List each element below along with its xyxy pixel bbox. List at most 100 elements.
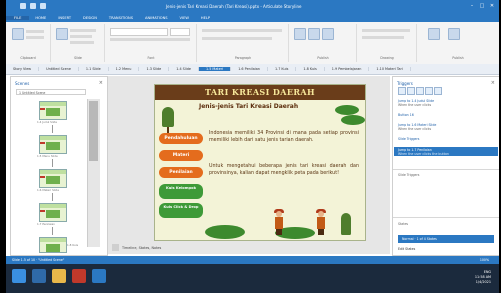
tab-slide-1-9[interactable]: 1.9 Pembelajaran	[325, 67, 370, 71]
tab-slide-1-6[interactable]: 1.6 Penilaian	[231, 67, 268, 71]
tab-scene[interactable]: Untitled Scene	[39, 67, 79, 71]
system-clock[interactable]: ENG 11:58 AM 1/4/2021	[475, 270, 491, 285]
tab-slide-1-3[interactable]: 1.3 Slide	[139, 67, 170, 71]
slide-title-banner: TARI KREASI DAERAH	[155, 85, 365, 100]
slide-tab-strip: Story View Untitled Scene 1.1 Slide 1.2 …	[6, 64, 499, 75]
ribbon-group-label: Drawing	[380, 56, 394, 60]
trigger-condition: When the user clicks	[398, 103, 432, 107]
shape-outline-icon[interactable]	[362, 36, 404, 39]
copy-icon[interactable]	[26, 36, 44, 39]
move-down-icon[interactable]	[425, 87, 433, 95]
move-up-icon[interactable]	[416, 87, 424, 95]
scene-selector[interactable]: 1 Untitled Scene	[16, 89, 86, 95]
slide-thumbnail[interactable]	[39, 135, 67, 154]
publish-course-icon[interactable]	[428, 28, 440, 40]
timeline-toggle-icon[interactable]	[112, 244, 119, 251]
trigger-item[interactable]: Jump to 1.6 Materi Slide When the user c…	[398, 123, 436, 131]
menu-button-penilaian[interactable]: Penilaian	[159, 167, 203, 178]
browser-icon[interactable]	[32, 269, 46, 283]
status-bar: Slide 1.5 of 10 · "Untitled Scene" 100%	[6, 256, 499, 264]
trigger-item[interactable]: Slide Triggers	[398, 137, 419, 141]
font-size-select[interactable]	[170, 28, 190, 36]
new-trigger-icon[interactable]	[398, 87, 406, 95]
tab-story-view[interactable]: Story View	[6, 67, 40, 71]
slide-thumbnail[interactable]	[39, 169, 67, 188]
slide-thumbnail[interactable]	[39, 101, 67, 120]
connector-line	[52, 193, 53, 201]
tab-file[interactable]: FILE	[6, 15, 30, 20]
slide-caption: 1.6 Materi Slide	[37, 188, 59, 192]
tab-slide-1-1[interactable]: 1.1 Slide	[79, 67, 109, 71]
edit-states-button[interactable]: Edit States	[398, 247, 415, 251]
menu-button-kuis-click-drop[interactable]: Kuis Click & Drop	[159, 203, 203, 218]
tab-slide-1-4[interactable]: 1.4 Slide	[169, 67, 199, 71]
trigger-item[interactable]: Jump to 1.7 Penilaian When the user clic…	[398, 148, 449, 156]
section-label: States	[398, 222, 409, 226]
edit-trigger-icon[interactable]	[407, 87, 415, 95]
dancer-illustration	[273, 209, 285, 235]
tab-animations[interactable]: ANIMATIONS	[139, 16, 174, 20]
undo-icon[interactable]	[30, 3, 36, 9]
trigger-item[interactable]: Jump to 1.4 Judul Slide When the user cl…	[398, 99, 434, 107]
redo-icon[interactable]	[40, 3, 46, 9]
slide-thumbnail[interactable]	[39, 237, 67, 253]
tab-design[interactable]: DESIGN	[77, 16, 103, 20]
tab-help[interactable]: HELP	[195, 16, 216, 20]
menu-button-materi[interactable]: Materi	[159, 150, 203, 161]
tab-slide-1-2[interactable]: 1.2 Menu	[109, 67, 140, 71]
connector-line	[52, 125, 53, 133]
paste-icon[interactable]	[12, 28, 24, 40]
panel-close-button[interactable]: ×	[99, 80, 103, 86]
new-slide-icon[interactable]	[56, 28, 68, 40]
word-icon[interactable]	[92, 269, 106, 283]
align-icons[interactable]	[202, 37, 272, 40]
publish-icon[interactable]	[308, 28, 320, 40]
panel-scrollbar[interactable]	[87, 99, 100, 247]
delete-icon[interactable]	[70, 41, 94, 44]
preview-icon[interactable]	[294, 28, 306, 40]
state-selector[interactable]: Normal · 1 of 4 States	[398, 235, 494, 243]
tab-slide-1-7[interactable]: 1.7 Kuis	[268, 67, 297, 71]
ribbon-group-label: Publish	[452, 56, 464, 60]
shape-fill-icon[interactable]	[362, 29, 410, 32]
player-icon[interactable]	[322, 28, 334, 40]
layout-icon[interactable]	[70, 29, 96, 32]
slide-thumbnail[interactable]	[39, 203, 67, 222]
ribbon-group-label: Paragraph	[234, 56, 252, 60]
slide[interactable]: TARI KREASI DAERAH Jenis-jenis Tari Krea…	[154, 84, 366, 241]
tab-slide-1-8[interactable]: 1.8 Kuis	[296, 67, 325, 71]
trigger-condition: When the user clicks	[398, 127, 432, 131]
storyline-icon[interactable]	[72, 269, 86, 283]
tab-home[interactable]: HOME	[29, 16, 52, 20]
maximize-button[interactable]: □	[478, 3, 486, 9]
slide-paragraph: Indonesia memiliki 34 Provinsi di mana p…	[209, 131, 359, 143]
trigger-item[interactable]: Button 16	[398, 113, 414, 117]
menu-button-pendahuluan[interactable]: Pendahuluan	[159, 133, 203, 144]
list-icons[interactable]	[202, 29, 282, 32]
ribbon-group-label: Publish	[317, 56, 329, 60]
cut-icon[interactable]	[26, 30, 44, 33]
bush-illustration	[205, 225, 245, 239]
tab-transitions[interactable]: TRANSITIONS	[103, 16, 139, 20]
tab-view[interactable]: VIEW	[174, 16, 195, 20]
font-format-icons[interactable]	[110, 38, 190, 41]
delete-trigger-icon[interactable]	[434, 87, 442, 95]
share-icon[interactable]	[448, 28, 460, 40]
canvas-footer[interactable]: Timeline, States, Notes	[122, 246, 161, 250]
duplicate-icon[interactable]	[70, 35, 92, 38]
minimize-button[interactable]: –	[468, 3, 476, 9]
zoom-level[interactable]: 100%	[480, 256, 489, 264]
start-icon[interactable]	[12, 269, 26, 283]
menu-button-kuis-kelompok[interactable]: Kuis Kelompok	[159, 184, 203, 199]
tab-slide-1-10[interactable]: 1.10 Materi Tari	[369, 67, 411, 71]
triggers-panel: Triggers × Jump to 1.4 Judul Slide When …	[392, 76, 499, 256]
folder-icon[interactable]	[52, 269, 66, 283]
scrollbar-thumb[interactable]	[89, 101, 98, 161]
quick-access-toolbar[interactable]	[20, 3, 46, 9]
close-button[interactable]: ✕	[488, 3, 496, 9]
font-name-select[interactable]	[110, 28, 168, 36]
panel-close-button[interactable]: ×	[491, 80, 495, 86]
tab-insert[interactable]: INSERT	[52, 16, 77, 20]
tab-slide-1-5[interactable]: 1.5 Materi	[198, 67, 232, 71]
save-icon[interactable]	[20, 3, 26, 9]
